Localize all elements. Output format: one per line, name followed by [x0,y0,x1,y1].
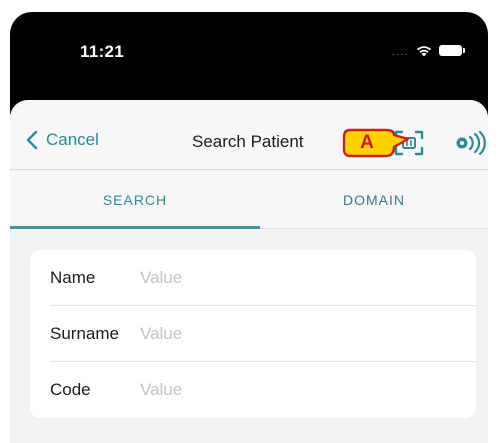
tab-search[interactable]: SEARCH [10,171,260,229]
tab-domain[interactable]: DOMAIN [260,171,488,229]
wifi-icon [417,46,431,57]
name-label: Name [50,268,96,287]
navigation-bar: Cancel Search Patient A [10,100,488,170]
surname-row: Surname [30,306,476,362]
code-row: Code [30,362,476,418]
surname-field[interactable] [140,319,440,349]
name-row: Name [30,250,476,306]
screen: 11:21 .... Cancel Search Patient A SEARC… [0,0,498,443]
search-patient-sheet: Cancel Search Patient A SEARCH DOMAIN Na… [10,100,488,443]
surname-label: Surname [50,324,119,343]
active-tab-indicator [10,226,260,229]
battery-icon [439,45,465,56]
status-time: 11:21 [80,42,125,61]
code-field[interactable] [140,375,440,405]
barcode-scan-icon[interactable] [394,130,424,156]
tab-bar: SEARCH DOMAIN [10,171,488,229]
cancel-button[interactable]: Cancel [26,130,99,150]
annotation-marker: A [360,132,374,153]
nfc-icon[interactable] [456,131,486,155]
name-field[interactable] [140,263,440,293]
search-form: Name Surname Code [30,250,476,418]
signal-icon: .... [391,43,409,58]
cancel-label: Cancel [46,130,99,149]
status-icons: .... [391,43,465,58]
chevron-left-icon [26,130,38,150]
code-label: Code [50,380,91,399]
page-title: Search Patient [192,132,304,151]
